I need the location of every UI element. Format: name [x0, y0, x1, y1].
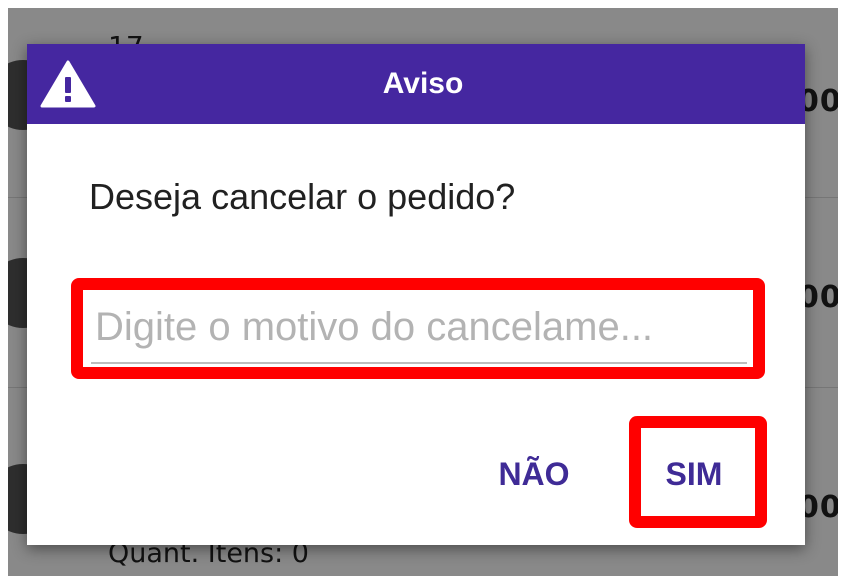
cancel-reason-input[interactable] — [91, 292, 747, 364]
dialog-message: Deseja cancelar o pedido? — [89, 176, 516, 217]
no-button[interactable]: NÃO — [491, 449, 577, 499]
yes-button[interactable]: SIM — [651, 449, 737, 499]
cancel-order-dialog: Aviso Deseja cancelar o pedido? NÃO SIM — [27, 44, 805, 545]
dialog-title: Aviso — [382, 67, 464, 100]
dialog-header: Aviso — [27, 44, 805, 124]
